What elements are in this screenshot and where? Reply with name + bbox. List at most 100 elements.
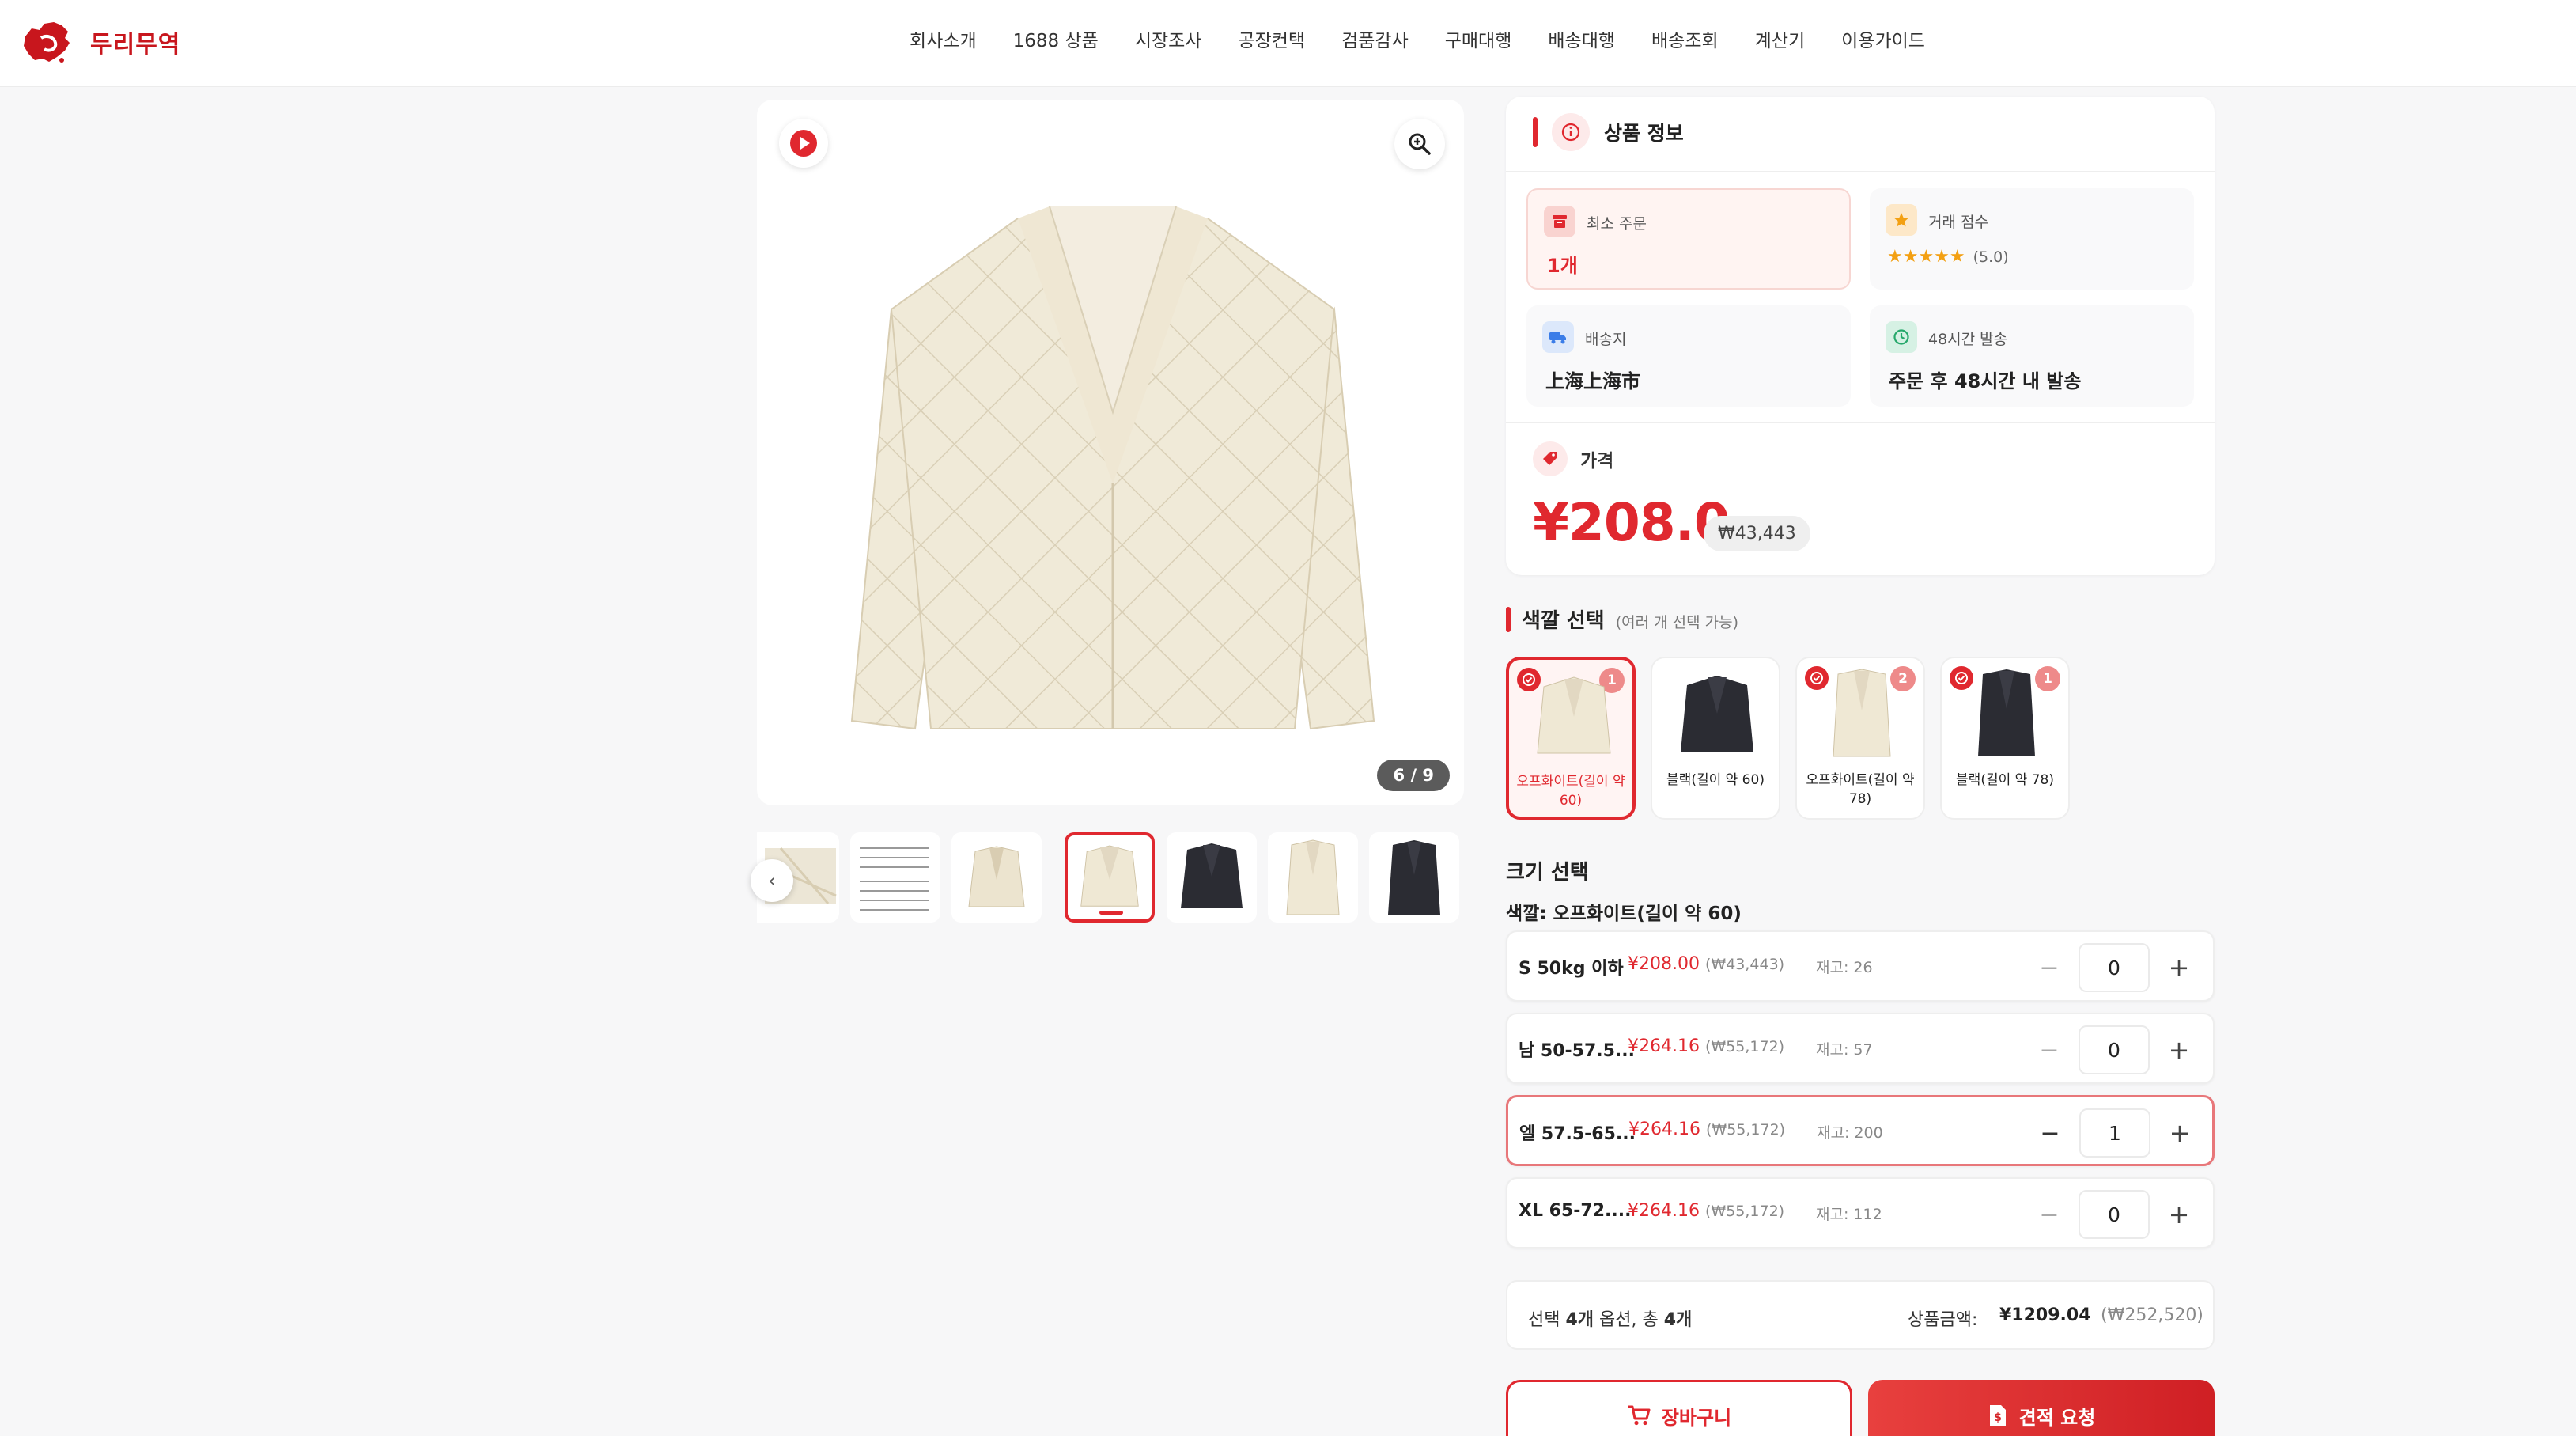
nav-item-tracking[interactable]: 배송조회 [1651, 25, 1719, 52]
decrease-button[interactable]: − [2029, 948, 2069, 987]
size-label: S 50kg 이하 [1519, 959, 1624, 979]
cart-icon [1628, 1405, 1651, 1426]
black-jacket-image [1681, 676, 1753, 752]
trade-score-card: 거래 점수 ★★★★★ (5.0) [1870, 188, 2194, 290]
summary-total-label: 상품금액: [1908, 1310, 1978, 1330]
size-section-subtitle: 색깔: 오프화이트(길이 약 60) [1506, 904, 1742, 924]
size-row-l: 엘 57.5-65... ¥264.16 (₩55,172) 재고: 200 −… [1506, 1095, 2215, 1166]
cart-button-label: 장바구니 [1661, 1406, 1732, 1429]
trade-score-label: 거래 점수 [1928, 214, 1988, 231]
quantity-input[interactable]: 0 [2079, 943, 2150, 992]
svg-text:$: $ [1994, 1411, 2002, 1424]
jacket-image [850, 206, 1375, 730]
thumbnail-active[interactable] [1065, 832, 1155, 923]
order-summary: 선택 4개 옵션, 총 4개 상품금액: ¥1209.04 (₩252,520) [1506, 1280, 2215, 1350]
top-header: 두리무역 회사소개 1688 상품 시장조사 공장컨택 검품감사 구매대행 배송… [0, 0, 2576, 87]
increase-button[interactable]: + [2159, 948, 2199, 987]
color-option-offwhite-60[interactable]: 1 오프화이트(길이 약 60) [1506, 657, 1636, 820]
dispatch-card: 48시간 발송 주문 후 48시간 내 발송 [1870, 305, 2194, 407]
quantity-input[interactable]: 1 [2079, 1108, 2150, 1158]
add-to-cart-button[interactable]: 장바구니 [1506, 1380, 1852, 1436]
rating-stars: ★★★★★ (5.0) [1887, 247, 2009, 267]
color-section-header: 색깔 선택 (여러 개 선택 가능) [1506, 604, 1738, 634]
nav-item-market-research[interactable]: 시장조사 [1135, 25, 1202, 52]
color-option-black-78[interactable]: 1 블랙(길이 약 78) [1940, 657, 2070, 820]
decrease-button[interactable]: − [2029, 1030, 2069, 1070]
size-label: 엘 57.5-65... [1519, 1124, 1636, 1144]
nav-item-shipping-agent[interactable]: 배송대행 [1548, 25, 1615, 52]
rating-value: (5.0) [1973, 248, 2009, 266]
size-price: ¥264.16 [1628, 1201, 1700, 1221]
nav-item-company[interactable]: 회사소개 [910, 25, 977, 52]
size-price: ¥208.00 [1628, 954, 1700, 974]
min-order-value: 1개 [1547, 255, 1578, 277]
nav-item-guide[interactable]: 이용가이드 [1841, 25, 1925, 52]
decrease-button[interactable]: − [2029, 1195, 2069, 1234]
summary-total-krw: (₩252,520) [2101, 1305, 2203, 1325]
size-label: 남 50-57.5... [1519, 1041, 1635, 1061]
clock-icon [1886, 321, 1917, 353]
nav-item-calculator[interactable]: 계산기 [1755, 25, 1805, 52]
min-order-card: 최소 주문 1개 [1526, 188, 1851, 290]
color-option-label: 오프화이트(길이 약 78) [1806, 772, 1915, 807]
quantity-input[interactable]: 0 [2079, 1025, 2150, 1074]
size-price-krw: (₩55,172) [1706, 1121, 1786, 1139]
section-mark [1533, 117, 1538, 147]
ship-from-card: 배송지 上海上海市 [1526, 305, 1851, 407]
color-section-title: 색깔 선택 [1522, 609, 1605, 633]
brand-name: 두리무역 [90, 31, 181, 59]
size-label: XL 65-72.... [1519, 1201, 1632, 1221]
size-stock: 재고: 26 [1816, 959, 1873, 976]
zoom-in-icon [1409, 133, 1431, 155]
document-dollar-icon: $ [1989, 1405, 2006, 1426]
product-info-card: 상품 정보 최소 주문 1개 거래 점수 ★★★★★ (5.0) 배송지 上海上… [1506, 97, 2215, 575]
thumbnail-prev-button[interactable]: ‹ [751, 859, 793, 902]
brand-logo[interactable]: 두리무역 [21, 14, 180, 70]
size-price: ¥264.16 [1628, 1036, 1700, 1056]
price-label: 가격 [1580, 451, 1614, 472]
divider [1506, 422, 2215, 423]
size-stock: 재고: 57 [1816, 1041, 1873, 1059]
stars-icon: ★★★★★ [1887, 247, 1965, 267]
thumbnail[interactable] [1369, 832, 1459, 923]
size-stock: 재고: 112 [1816, 1206, 1882, 1223]
size-row-m: 남 50-57.5... ¥264.16 (₩55,172) 재고: 57 − … [1506, 1013, 2215, 1084]
increase-button[interactable]: + [2159, 1030, 2199, 1070]
request-quote-button[interactable]: $ 견적 요청 [1868, 1380, 2215, 1436]
offwhite-long-jacket-image [1833, 669, 1891, 757]
black-long-jacket-image [1978, 669, 2035, 756]
dispatch-label: 48시간 발송 [1928, 331, 2008, 348]
chevron-left-icon: ‹ [768, 870, 776, 892]
min-order-label: 최소 주문 [1587, 215, 1647, 233]
thumbnail[interactable] [951, 832, 1042, 923]
thumbnail[interactable] [1167, 832, 1257, 923]
color-option-offwhite-78[interactable]: 2 오프화이트(길이 약 78) [1795, 657, 1925, 820]
nav-item-purchase-agent[interactable]: 구매대행 [1445, 25, 1512, 52]
increase-button[interactable]: + [2159, 1195, 2199, 1234]
thumbnail[interactable] [1268, 832, 1358, 923]
size-section-title: 크기 선택 [1506, 861, 1589, 885]
thumbnail[interactable] [850, 832, 940, 923]
info-title: 상품 정보 [1604, 122, 1684, 145]
star-icon [1886, 204, 1917, 236]
increase-button[interactable]: + [2160, 1113, 2200, 1153]
quantity-input[interactable]: 0 [2079, 1190, 2150, 1239]
summary-total: ¥1209.04 [1999, 1305, 2091, 1325]
color-option-black-60[interactable]: 블랙(길이 약 60) [1651, 657, 1780, 820]
play-icon [790, 130, 817, 157]
nav-item-factory-contact[interactable]: 공장컨택 [1238, 25, 1305, 52]
dispatch-value: 주문 후 48시간 내 발송 [1889, 370, 2082, 392]
size-price-krw: (₩43,443) [1705, 956, 1785, 973]
decrease-button[interactable]: − [2030, 1113, 2070, 1153]
info-header: 상품 정보 [1533, 112, 1684, 152]
nav-item-inspection[interactable]: 검품감사 [1341, 25, 1409, 52]
offwhite-jacket-image [1537, 676, 1611, 754]
image-counter: 6 / 9 [1377, 760, 1450, 791]
nav-item-1688-products[interactable]: 1688 상품 [1013, 25, 1099, 52]
color-option-label: 블랙(길이 약 78) [1956, 772, 2054, 788]
color-option-label: 오프화이트(길이 약 60) [1516, 774, 1625, 809]
play-video-button[interactable] [779, 119, 828, 168]
price-value: ¥208.0 [1533, 492, 1731, 553]
main-product-image[interactable]: 6 / 9 [757, 100, 1464, 805]
zoom-button[interactable] [1394, 119, 1445, 169]
